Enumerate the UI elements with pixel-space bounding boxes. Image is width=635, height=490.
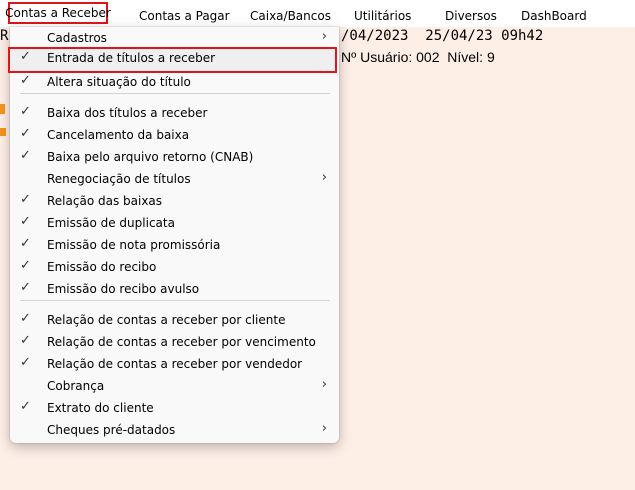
menu-dashboard[interactable]: DashBoard bbox=[521, 9, 587, 23]
menu-item-label: Entrada de títulos a receber bbox=[47, 51, 216, 65]
check-icon: ✓ bbox=[20, 104, 31, 119]
check-icon: ✓ bbox=[20, 192, 31, 207]
contas-a-receber-dropdown: Cadastros › ✓ Entrada de títulos a receber ✓… bbox=[8, 27, 339, 443]
menu-item-emissao-duplicata[interactable]: ✓ Emissão de duplicata bbox=[10, 212, 339, 234]
menu-item-cheques-pre-datados[interactable]: Cheques pré-datados › bbox=[10, 419, 339, 441]
menu-item-relacao-cliente[interactable]: ✓ Relação de contas a receber por cliente bbox=[10, 309, 339, 331]
menu-item-label: Cadastros bbox=[47, 31, 107, 45]
menu-contas-a-pagar[interactable]: Contas a Pagar bbox=[139, 9, 230, 23]
menu-item-cadastros[interactable]: Cadastros › bbox=[10, 27, 339, 49]
background-user-info: Nº Usuário: 002 Nível: 9 bbox=[341, 49, 495, 65]
menu-item-label: Renegociação de títulos bbox=[47, 172, 191, 186]
menu-item-label: Relação de contas a receber por vendedor bbox=[47, 357, 303, 371]
menu-diversos[interactable]: Diversos bbox=[445, 9, 497, 23]
menu-item-label: Emissão do recibo avulso bbox=[47, 282, 200, 296]
menu-item-label: Emissão do recibo bbox=[47, 260, 157, 274]
menu-item-label: Emissão de nota promissória bbox=[47, 238, 221, 252]
check-icon: ✓ bbox=[20, 126, 31, 141]
menu-item-baixa-cnab[interactable]: ✓ Baixa pelo arquivo retorno (CNAB) bbox=[10, 146, 339, 168]
menu-item-label: Cheques pré-datados bbox=[47, 423, 176, 437]
menu-item-label: Extrato do cliente bbox=[47, 401, 154, 415]
accent-shape bbox=[0, 104, 5, 114]
menu-item-label: Emissão de duplicata bbox=[47, 216, 175, 230]
menu-bar: Contas a Receber Contas a Pagar Caixa/Ba… bbox=[0, 0, 635, 27]
check-icon: ✓ bbox=[20, 355, 31, 370]
check-icon: ✓ bbox=[20, 333, 31, 348]
menu-item-label: Relação de contas a receber por vencimen… bbox=[47, 335, 316, 349]
menu-item-label: Relação de contas a receber por cliente bbox=[47, 313, 286, 327]
menu-caixa-bancos[interactable]: Caixa/Bancos bbox=[250, 9, 331, 23]
menu-item-label: Altera situação do título bbox=[47, 75, 191, 89]
menu-item-emissao-promissoria[interactable]: ✓ Emissão de nota promissória bbox=[10, 234, 339, 256]
menu-item-emissao-recibo-avulso[interactable]: ✓ Emissão do recibo avulso bbox=[10, 278, 339, 300]
menu-item-cancelamento-baixa[interactable]: ✓ Cancelamento da baixa bbox=[10, 124, 339, 146]
background-left-char: R bbox=[0, 28, 9, 44]
check-icon: ✓ bbox=[20, 258, 31, 273]
check-icon: ✓ bbox=[20, 280, 31, 295]
chevron-right-icon: › bbox=[321, 170, 327, 185]
menu-item-cobranca[interactable]: Cobrança › bbox=[10, 375, 339, 397]
menu-item-altera-situacao[interactable]: ✓ Altera situação do título bbox=[10, 71, 339, 93]
chevron-right-icon: › bbox=[321, 421, 327, 436]
menu-item-label: Baixa dos títulos a receber bbox=[47, 106, 208, 120]
menu-separator bbox=[20, 300, 330, 301]
menu-item-relacao-vendedor[interactable]: ✓ Relação de contas a receber por vendedo… bbox=[10, 353, 339, 375]
menu-item-label: Cancelamento da baixa bbox=[47, 128, 190, 142]
menu-utilitarios[interactable]: Utilitários bbox=[354, 9, 411, 23]
menu-item-baixa-titulos[interactable]: ✓ Baixa dos títulos a receber bbox=[10, 102, 339, 124]
chevron-right-icon: › bbox=[321, 377, 327, 392]
background-dates: /04/2023 25/04/23 09h42 bbox=[341, 28, 544, 44]
menu-item-relacao-baixas[interactable]: ✓ Relação das baixas bbox=[10, 190, 339, 212]
check-icon: ✓ bbox=[20, 73, 31, 88]
menu-item-label: Relação das baixas bbox=[47, 194, 163, 208]
check-icon: ✓ bbox=[20, 214, 31, 229]
menu-item-entrada-titulos[interactable]: ✓ Entrada de títulos a receber bbox=[8, 47, 337, 73]
menu-contas-a-receber[interactable]: Contas a Receber bbox=[5, 2, 111, 24]
check-icon: ✓ bbox=[20, 148, 31, 163]
check-icon: ✓ bbox=[20, 236, 31, 251]
menu-item-extrato-cliente[interactable]: ✓ Extrato do cliente bbox=[10, 397, 339, 419]
menu-item-relacao-vencimento[interactable]: ✓ Relação de contas a receber por vencime… bbox=[10, 331, 339, 353]
check-icon: ✓ bbox=[20, 49, 31, 64]
menu-item-label: Baixa pelo arquivo retorno (CNAB) bbox=[47, 150, 254, 164]
check-icon: ✓ bbox=[20, 311, 31, 326]
menu-item-emissao-recibo[interactable]: ✓ Emissão do recibo bbox=[10, 256, 339, 278]
menu-item-label: Cobrança bbox=[47, 379, 105, 393]
accent-shape-2 bbox=[0, 128, 6, 136]
check-icon: ✓ bbox=[20, 399, 31, 414]
menu-item-renegociacao[interactable]: Renegociação de títulos › bbox=[10, 168, 339, 190]
chevron-right-icon: › bbox=[321, 29, 327, 44]
menu-separator bbox=[20, 93, 330, 94]
